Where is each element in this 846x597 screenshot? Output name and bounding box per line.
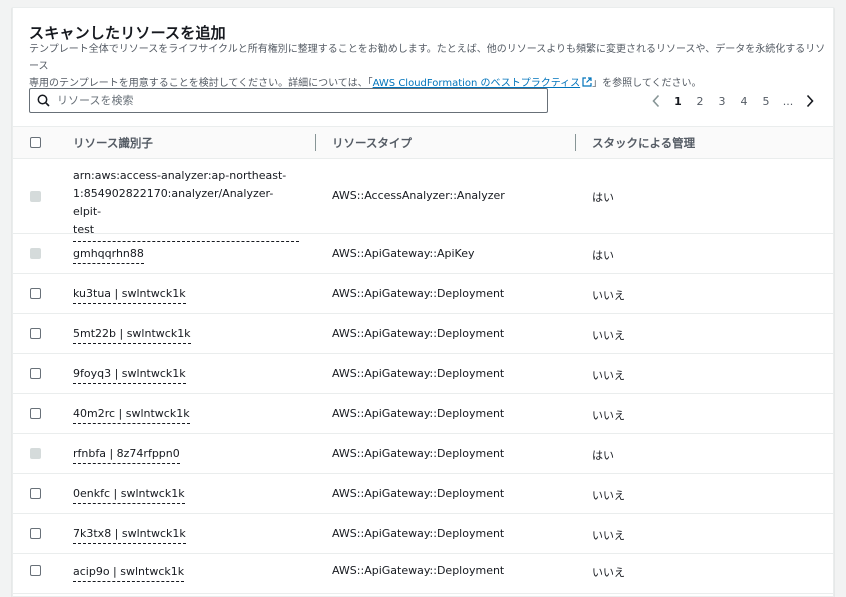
row-checkbox[interactable] [30,565,41,576]
table-row[interactable]: acip9o | swlntwck1k AWS::ApiGateway::Dep… [13,554,833,594]
resource-identifier[interactable]: arn:aws:access-analyzer:ap-northeast- 1:… [73,167,299,242]
resource-identifier[interactable]: 9foyq3 | swlntwck1k [73,365,186,384]
table-row[interactable]: 5mt22b | swlntwck1k AWS::ApiGateway::Dep… [13,314,833,354]
managed-by-stack: いいえ [592,566,625,579]
resource-type: AWS::ApiGateway::ApiKey [332,247,475,260]
pagination: 1 2 3 4 5 ... [645,91,821,111]
resource-type: AWS::ApiGateway::Deployment [332,564,505,577]
identifier-line: arn:aws:access-analyzer:ap-northeast- [73,169,287,182]
table-row[interactable]: 9foyq3 | swlntwck1k AWS::ApiGateway::Dep… [13,354,833,394]
row-checkbox[interactable] [30,368,41,379]
identifier-text: 7k3tx8 | swlntwck1k [73,527,186,544]
description-line-1: テンプレート全体でリソースをライフサイクルと所有権別に整理することをお勧めします… [29,44,826,72]
resource-identifier[interactable]: acip9o | swlntwck1k [73,563,185,582]
table-row[interactable]: 0enkfc | swlntwck1k AWS::ApiGateway::Dep… [13,474,833,514]
resource-identifier[interactable]: 5mt22b | swlntwck1k [73,325,191,344]
resource-type: AWS::AccessAnalyzer::Analyzer [332,189,505,202]
resource-type: AWS::ApiGateway::Deployment [332,487,505,500]
table-row[interactable]: rfnbfa | 8z74rfppn0 AWS::ApiGateway::Dep… [13,434,833,474]
identifier-line: 1:854902822170:analyzer/Analyzer-elpit- [73,187,274,218]
managed-by-stack: いいえ [592,529,625,542]
managed-by-stack: いいえ [592,409,625,422]
page-4[interactable]: 4 [733,91,755,111]
managed-by-stack: はい [592,191,614,204]
page-1[interactable]: 1 [667,91,689,111]
resource-search [29,88,548,113]
chevron-right-icon [806,94,814,108]
section-description: テンプレート全体でリソースをライフサイクルと所有権別に整理することをお勧めします… [29,41,829,92]
table-row[interactable]: 7k3tx8 | swlntwck1k AWS::ApiGateway::Dep… [13,514,833,554]
row-checkbox[interactable] [30,288,41,299]
column-divider[interactable] [315,134,316,151]
identifier-text: 40m2rc | swlntwck1k [73,407,190,424]
resource-type: AWS::ApiGateway::Deployment [332,407,505,420]
managed-by-stack: いいえ [592,369,625,382]
row-checkbox[interactable] [30,328,41,339]
identifier-text: 0enkfc | swlntwck1k [73,487,185,504]
row-checkbox [30,248,41,259]
search-input[interactable] [55,91,535,110]
page-3[interactable]: 3 [711,91,733,111]
managed-by-stack: いいえ [592,289,625,302]
table-row[interactable]: 40m2rc | swlntwck1k AWS::ApiGateway::Dep… [13,394,833,434]
add-scanned-resources-panel: スキャンしたリソースを追加 テンプレート全体でリソースをライフサイクルと所有権別… [12,7,834,597]
column-header-type[interactable]: リソースタイプ [332,135,412,151]
managed-by-stack: はい [592,249,614,262]
managed-by-stack: いいえ [592,329,625,342]
resource-identifier[interactable]: gmhqqrhn88 [73,245,144,264]
section-title: スキャンしたリソースを追加 [29,24,226,42]
page-5[interactable]: 5 [755,91,777,111]
resource-type: AWS::ApiGateway::Deployment [332,327,505,340]
description-line-2-post: 」を参照してください。 [592,78,702,89]
identifier-text: rfnbfa | 8z74rfppn0 [73,447,180,464]
table-row[interactable]: ku3tua | swlntwck1k AWS::ApiGateway::Dep… [13,274,833,314]
managed-by-stack: はい [592,449,614,462]
next-page-button[interactable] [799,91,821,111]
resource-type: AWS::ApiGateway::Deployment [332,287,505,300]
resource-type: AWS::ApiGateway::Deployment [332,367,505,380]
table-row[interactable]: arn:aws:access-analyzer:ap-northeast- 1:… [13,159,833,242]
row-checkbox[interactable] [30,488,41,499]
column-header-managed[interactable]: スタックによる管理 [592,135,695,151]
external-link-icon [582,77,592,87]
row-checkbox [30,191,41,202]
search-icon [37,94,50,107]
page-ellipsis: ... [782,94,794,108]
managed-by-stack: いいえ [592,489,625,502]
identifier-text: gmhqqrhn88 [73,247,144,264]
identifier-text: 5mt22b | swlntwck1k [73,327,191,344]
resource-identifier[interactable]: ku3tua | swlntwck1k [73,285,186,304]
identifier-text: 9foyq3 | swlntwck1k [73,367,186,384]
resource-identifier[interactable]: rfnbfa | 8z74rfppn0 [73,445,180,464]
table-row[interactable]: gmhqqrhn88 AWS::ApiGateway::ApiKey はい [13,234,833,274]
row-checkbox[interactable] [30,528,41,539]
identifier-text: acip9o | swlntwck1k [73,565,185,582]
page-2[interactable]: 2 [689,91,711,111]
row-checkbox [30,448,41,459]
table-header: リソース識別子 リソースタイプ スタックによる管理 [13,126,833,159]
row-checkbox[interactable] [30,408,41,419]
chevron-left-icon [652,94,660,108]
prev-page-button[interactable] [645,91,667,111]
resource-identifier[interactable]: 0enkfc | swlntwck1k [73,485,185,504]
column-header-identifier[interactable]: リソース識別子 [73,135,153,151]
resource-identifier[interactable]: 40m2rc | swlntwck1k [73,405,190,424]
select-all-checkbox[interactable] [30,137,41,148]
resource-identifier[interactable]: 7k3tx8 | swlntwck1k [73,525,186,544]
resource-type: AWS::ApiGateway::Deployment [332,527,505,540]
identifier-text: ku3tua | swlntwck1k [73,287,186,304]
column-divider[interactable] [575,134,576,151]
resource-type: AWS::ApiGateway::Deployment [332,447,505,460]
